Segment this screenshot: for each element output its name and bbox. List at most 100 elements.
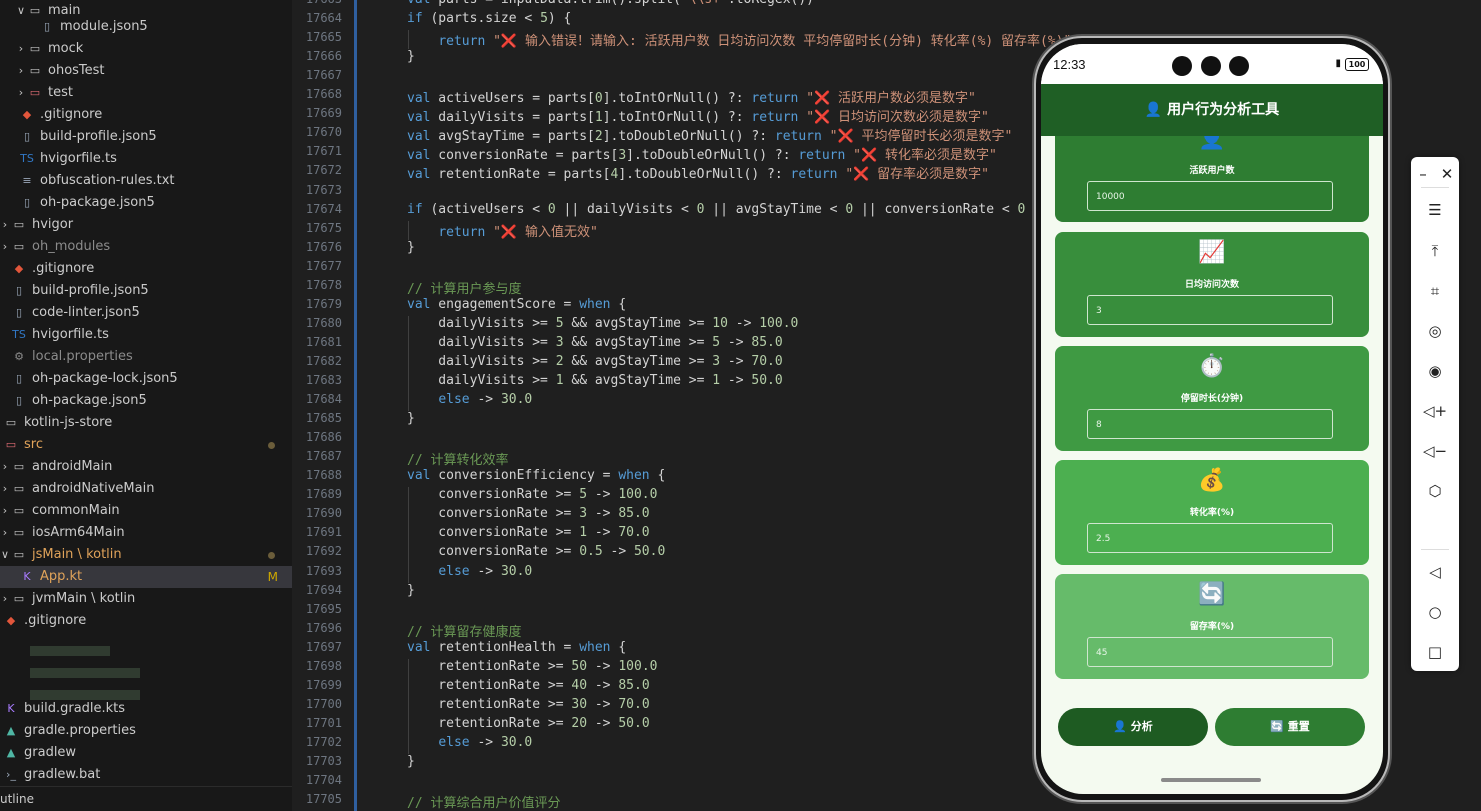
- metric-input[interactable]: 3: [1087, 295, 1333, 325]
- tree-item[interactable]: › ▭ oh_modules: [0, 236, 292, 258]
- chevron-right-icon[interactable]: ›: [0, 500, 10, 522]
- tree-item[interactable]: TS hvigorfile.ts: [0, 324, 292, 346]
- chevron-right-icon[interactable]: ›: [0, 236, 10, 258]
- tree-item[interactable]: › ▭ hvigor: [0, 214, 292, 236]
- chevron-down-icon[interactable]: ∨: [0, 434, 2, 456]
- code-line[interactable]: return "❌ 输入错误！请输入: 活跃用户数 日均访问次数 平均停留时长(…: [407, 30, 1071, 49]
- tree-item[interactable]: ›_ gradlew.bat: [0, 764, 292, 786]
- tree-item[interactable]: › ▭ commonMain: [0, 500, 292, 522]
- code-line[interactable]: retentionRate >= 50 -> 100.0: [407, 659, 657, 674]
- chevron-down-icon[interactable]: ∨: [0, 544, 10, 566]
- code-line[interactable]: conversionRate >= 1 -> 70.0: [407, 525, 649, 540]
- chevron-right-icon[interactable]: ›: [16, 38, 26, 60]
- chevron-right-icon[interactable]: ›: [0, 456, 10, 478]
- code-line[interactable]: val parts = inputData.trim().split("\\s+…: [407, 0, 814, 7]
- volume-up-icon[interactable]: ◁+: [1411, 399, 1459, 423]
- chevron-right-icon[interactable]: ›: [0, 588, 10, 610]
- tree-item[interactable]: ▯ oh-package-lock.json5: [0, 368, 292, 390]
- tree-item[interactable]: › ▭ iosArm64Main: [0, 522, 292, 544]
- back-icon[interactable]: ◁: [1411, 560, 1459, 584]
- metric-input[interactable]: 8: [1087, 409, 1333, 439]
- tree-item[interactable]: ▯ module.json5: [0, 16, 292, 38]
- tree-item[interactable]: ▯ build-profile.json5: [0, 280, 292, 302]
- code-line[interactable]: dailyVisits >= 5 && avgStayTime >= 10 ->…: [407, 316, 798, 331]
- code-line[interactable]: }: [407, 411, 415, 426]
- code-line[interactable]: // 计算用户参与度: [407, 278, 521, 297]
- code-line[interactable]: }: [407, 240, 415, 255]
- code-line[interactable]: // 计算综合用户价值评分: [407, 792, 560, 811]
- reset-button[interactable]: 🔄 重置: [1215, 708, 1365, 746]
- tree-item[interactable]: K App.kt M: [0, 566, 292, 588]
- chevron-right-icon[interactable]: ›: [16, 82, 26, 104]
- home-indicator[interactable]: [1161, 778, 1261, 782]
- code-line[interactable]: val avgStayTime = parts[2].toDoubleOrNul…: [407, 125, 1012, 144]
- code-line[interactable]: val dailyVisits = parts[1].toIntOrNull()…: [407, 106, 989, 125]
- tree-item[interactable]: ∨ ▭ jsMain \ kotlin: [0, 544, 292, 566]
- code-line[interactable]: }: [407, 49, 415, 64]
- code-line[interactable]: val activeUsers = parts[0].toIntOrNull()…: [407, 87, 976, 106]
- tree-item[interactable]: TS hvigorfile.ts: [0, 148, 292, 170]
- code-line[interactable]: val conversionRate = parts[3].toDoubleOr…: [407, 144, 997, 163]
- metric-input[interactable]: 45: [1087, 637, 1333, 667]
- tree-item[interactable]: › ▭ mock: [0, 38, 292, 60]
- phone-screen[interactable]: 12:33 ▮ 100 👤 活跃用户数 10000 📈 日均访问次数 3 ⏱️ 停留时长(分钟…: [1041, 44, 1383, 794]
- code-line[interactable]: conversionRate >= 5 -> 100.0: [407, 487, 657, 502]
- code-line[interactable]: }: [407, 754, 415, 769]
- tree-item[interactable]: ›▭ kotlin-js-store: [0, 412, 292, 434]
- tree-item[interactable]: ▯ build-profile.json5: [0, 126, 292, 148]
- code-line[interactable]: dailyVisits >= 1 && avgStayTime >= 1 -> …: [407, 373, 782, 388]
- tree-item[interactable]: › ▭ test: [0, 82, 292, 104]
- code-line[interactable]: // 计算留存健康度: [407, 621, 521, 640]
- volume-down-icon[interactable]: ◁−: [1411, 439, 1459, 463]
- home-icon[interactable]: ○: [1411, 600, 1459, 624]
- tree-item[interactable]: ⚙ local.properties: [0, 346, 292, 368]
- chevron-right-icon[interactable]: ›: [0, 412, 2, 434]
- code-line[interactable]: // 计算转化效率: [407, 449, 508, 468]
- code-line[interactable]: else -> 30.0: [407, 564, 532, 579]
- recent-apps-icon[interactable]: □: [1411, 640, 1459, 664]
- minimize-icon[interactable]: –: [1411, 162, 1435, 186]
- tree-item[interactable]: › ▭ ohosTest: [0, 60, 292, 82]
- code-line[interactable]: return "❌ 输入值无效": [407, 221, 597, 240]
- analyze-button[interactable]: 👤 分析: [1058, 708, 1208, 746]
- tree-item[interactable]: ◆ .gitignore: [0, 104, 292, 126]
- tree-item[interactable]: ▲ gradlew: [0, 742, 292, 764]
- outline-panel-header[interactable]: utline: [0, 786, 292, 811]
- close-icon[interactable]: ✕: [1435, 162, 1459, 186]
- chevron-right-icon[interactable]: ›: [0, 214, 10, 236]
- code-line[interactable]: dailyVisits >= 2 && avgStayTime >= 3 -> …: [407, 354, 782, 369]
- crop-icon[interactable]: ⌗: [1411, 279, 1459, 303]
- code-line[interactable]: conversionRate >= 3 -> 85.0: [407, 506, 649, 521]
- code-line[interactable]: }: [407, 583, 415, 598]
- pin-top-icon[interactable]: ⤒: [1411, 239, 1459, 263]
- tree-item[interactable]: Kbuild.gradle.kts: [0, 698, 292, 720]
- code-line[interactable]: val conversionEfficiency = when {: [407, 468, 665, 483]
- code-line[interactable]: retentionRate >= 30 -> 70.0: [407, 697, 649, 712]
- code-line[interactable]: val engagementScore = when {: [407, 297, 626, 312]
- metric-input[interactable]: 2.5: [1087, 523, 1333, 553]
- code-line[interactable]: retentionRate >= 40 -> 85.0: [407, 678, 649, 693]
- code-line[interactable]: if (parts.size < 5) {: [407, 11, 571, 26]
- chevron-right-icon[interactable]: ›: [16, 60, 26, 82]
- rotate-icon[interactable]: ◎: [1411, 319, 1459, 343]
- tree-item[interactable]: ◆ .gitignore: [0, 610, 292, 632]
- tree-item[interactable]: ◆ .gitignore: [0, 258, 292, 280]
- code-line[interactable]: else -> 30.0: [407, 735, 532, 750]
- code-line[interactable]: val retentionHealth = when {: [407, 640, 626, 655]
- menu-icon[interactable]: ☰: [1411, 198, 1459, 222]
- tree-item[interactable]: ▯ oh-package.json5: [0, 390, 292, 412]
- tree-item[interactable]: › ▭ jvmMain \ kotlin: [0, 588, 292, 610]
- tree-item[interactable]: ▯ code-linter.json5: [0, 302, 292, 324]
- fold-icon[interactable]: ⬡: [1411, 479, 1459, 503]
- code-line[interactable]: else -> 30.0: [407, 392, 532, 407]
- code-line[interactable]: retentionRate >= 20 -> 50.0: [407, 716, 649, 731]
- chevron-right-icon[interactable]: ›: [0, 478, 10, 500]
- code-line[interactable]: dailyVisits >= 3 && avgStayTime >= 5 -> …: [407, 335, 782, 350]
- screenshot-icon[interactable]: ◉: [1411, 359, 1459, 383]
- tree-item[interactable]: ∨▭ src: [0, 434, 292, 456]
- tree-item[interactable]: ≡ obfuscation-rules.txt: [0, 170, 292, 192]
- tree-item[interactable]: › ▭ androidMain: [0, 456, 292, 478]
- metric-input[interactable]: 10000: [1087, 181, 1333, 211]
- tree-item[interactable]: ▯ oh-package.json5: [0, 192, 292, 214]
- code-line[interactable]: val retentionRate = parts[4].toDoubleOrN…: [407, 163, 989, 182]
